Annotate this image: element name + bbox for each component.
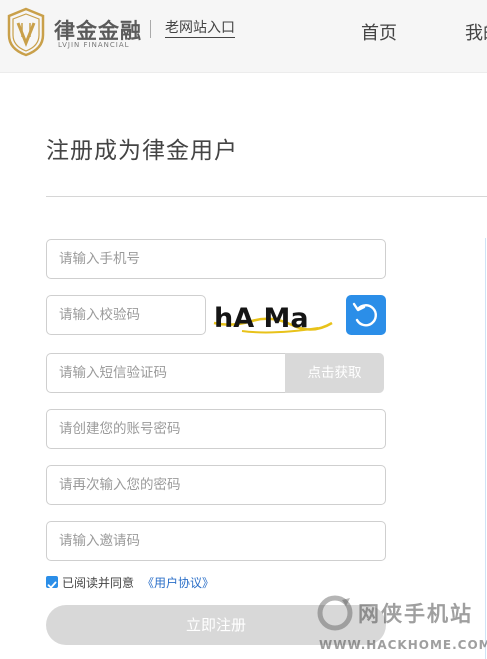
nav-home[interactable]: 首页	[361, 19, 397, 45]
watermark-logo-icon	[317, 595, 353, 631]
brand-logo-icon[interactable]	[6, 7, 46, 57]
get-sms-code-button[interactable]: 点击获取	[285, 353, 384, 393]
checkmark-icon	[47, 581, 57, 589]
top-header: 律金金融 LVJIN FINANCIAL 老网站入口 首页 我的	[0, 0, 487, 73]
user-agreement-link[interactable]: 《用户协议》	[142, 574, 214, 591]
refresh-captcha-button[interactable]	[346, 295, 386, 335]
confirm-password-input[interactable]	[46, 465, 386, 505]
phone-input[interactable]	[46, 239, 386, 279]
old-site-link[interactable]: 老网站入口	[165, 20, 235, 38]
invite-code-input[interactable]	[46, 521, 386, 561]
header-divider	[150, 20, 151, 38]
agree-checkbox[interactable]	[46, 576, 58, 589]
captcha-text: hA Ma	[214, 303, 309, 334]
watermark-text: 网侠手机站	[358, 602, 473, 626]
agree-label: 已阅读并同意	[62, 576, 135, 590]
page-title: 注册成为律金用户	[46, 138, 238, 164]
brand-subtitle: LVJIN FINANCIAL	[58, 41, 130, 49]
title-divider	[46, 196, 487, 197]
sms-code-input[interactable]	[46, 353, 286, 393]
side-border	[485, 238, 486, 659]
nav-my-account[interactable]: 我的	[465, 19, 487, 45]
refresh-icon	[352, 302, 377, 327]
watermark-url: WWW.HACKHOME.COM	[319, 638, 487, 652]
captcha-image[interactable]: hA Ma	[212, 295, 336, 337]
captcha-input[interactable]	[46, 295, 206, 335]
password-input[interactable]	[46, 409, 386, 449]
